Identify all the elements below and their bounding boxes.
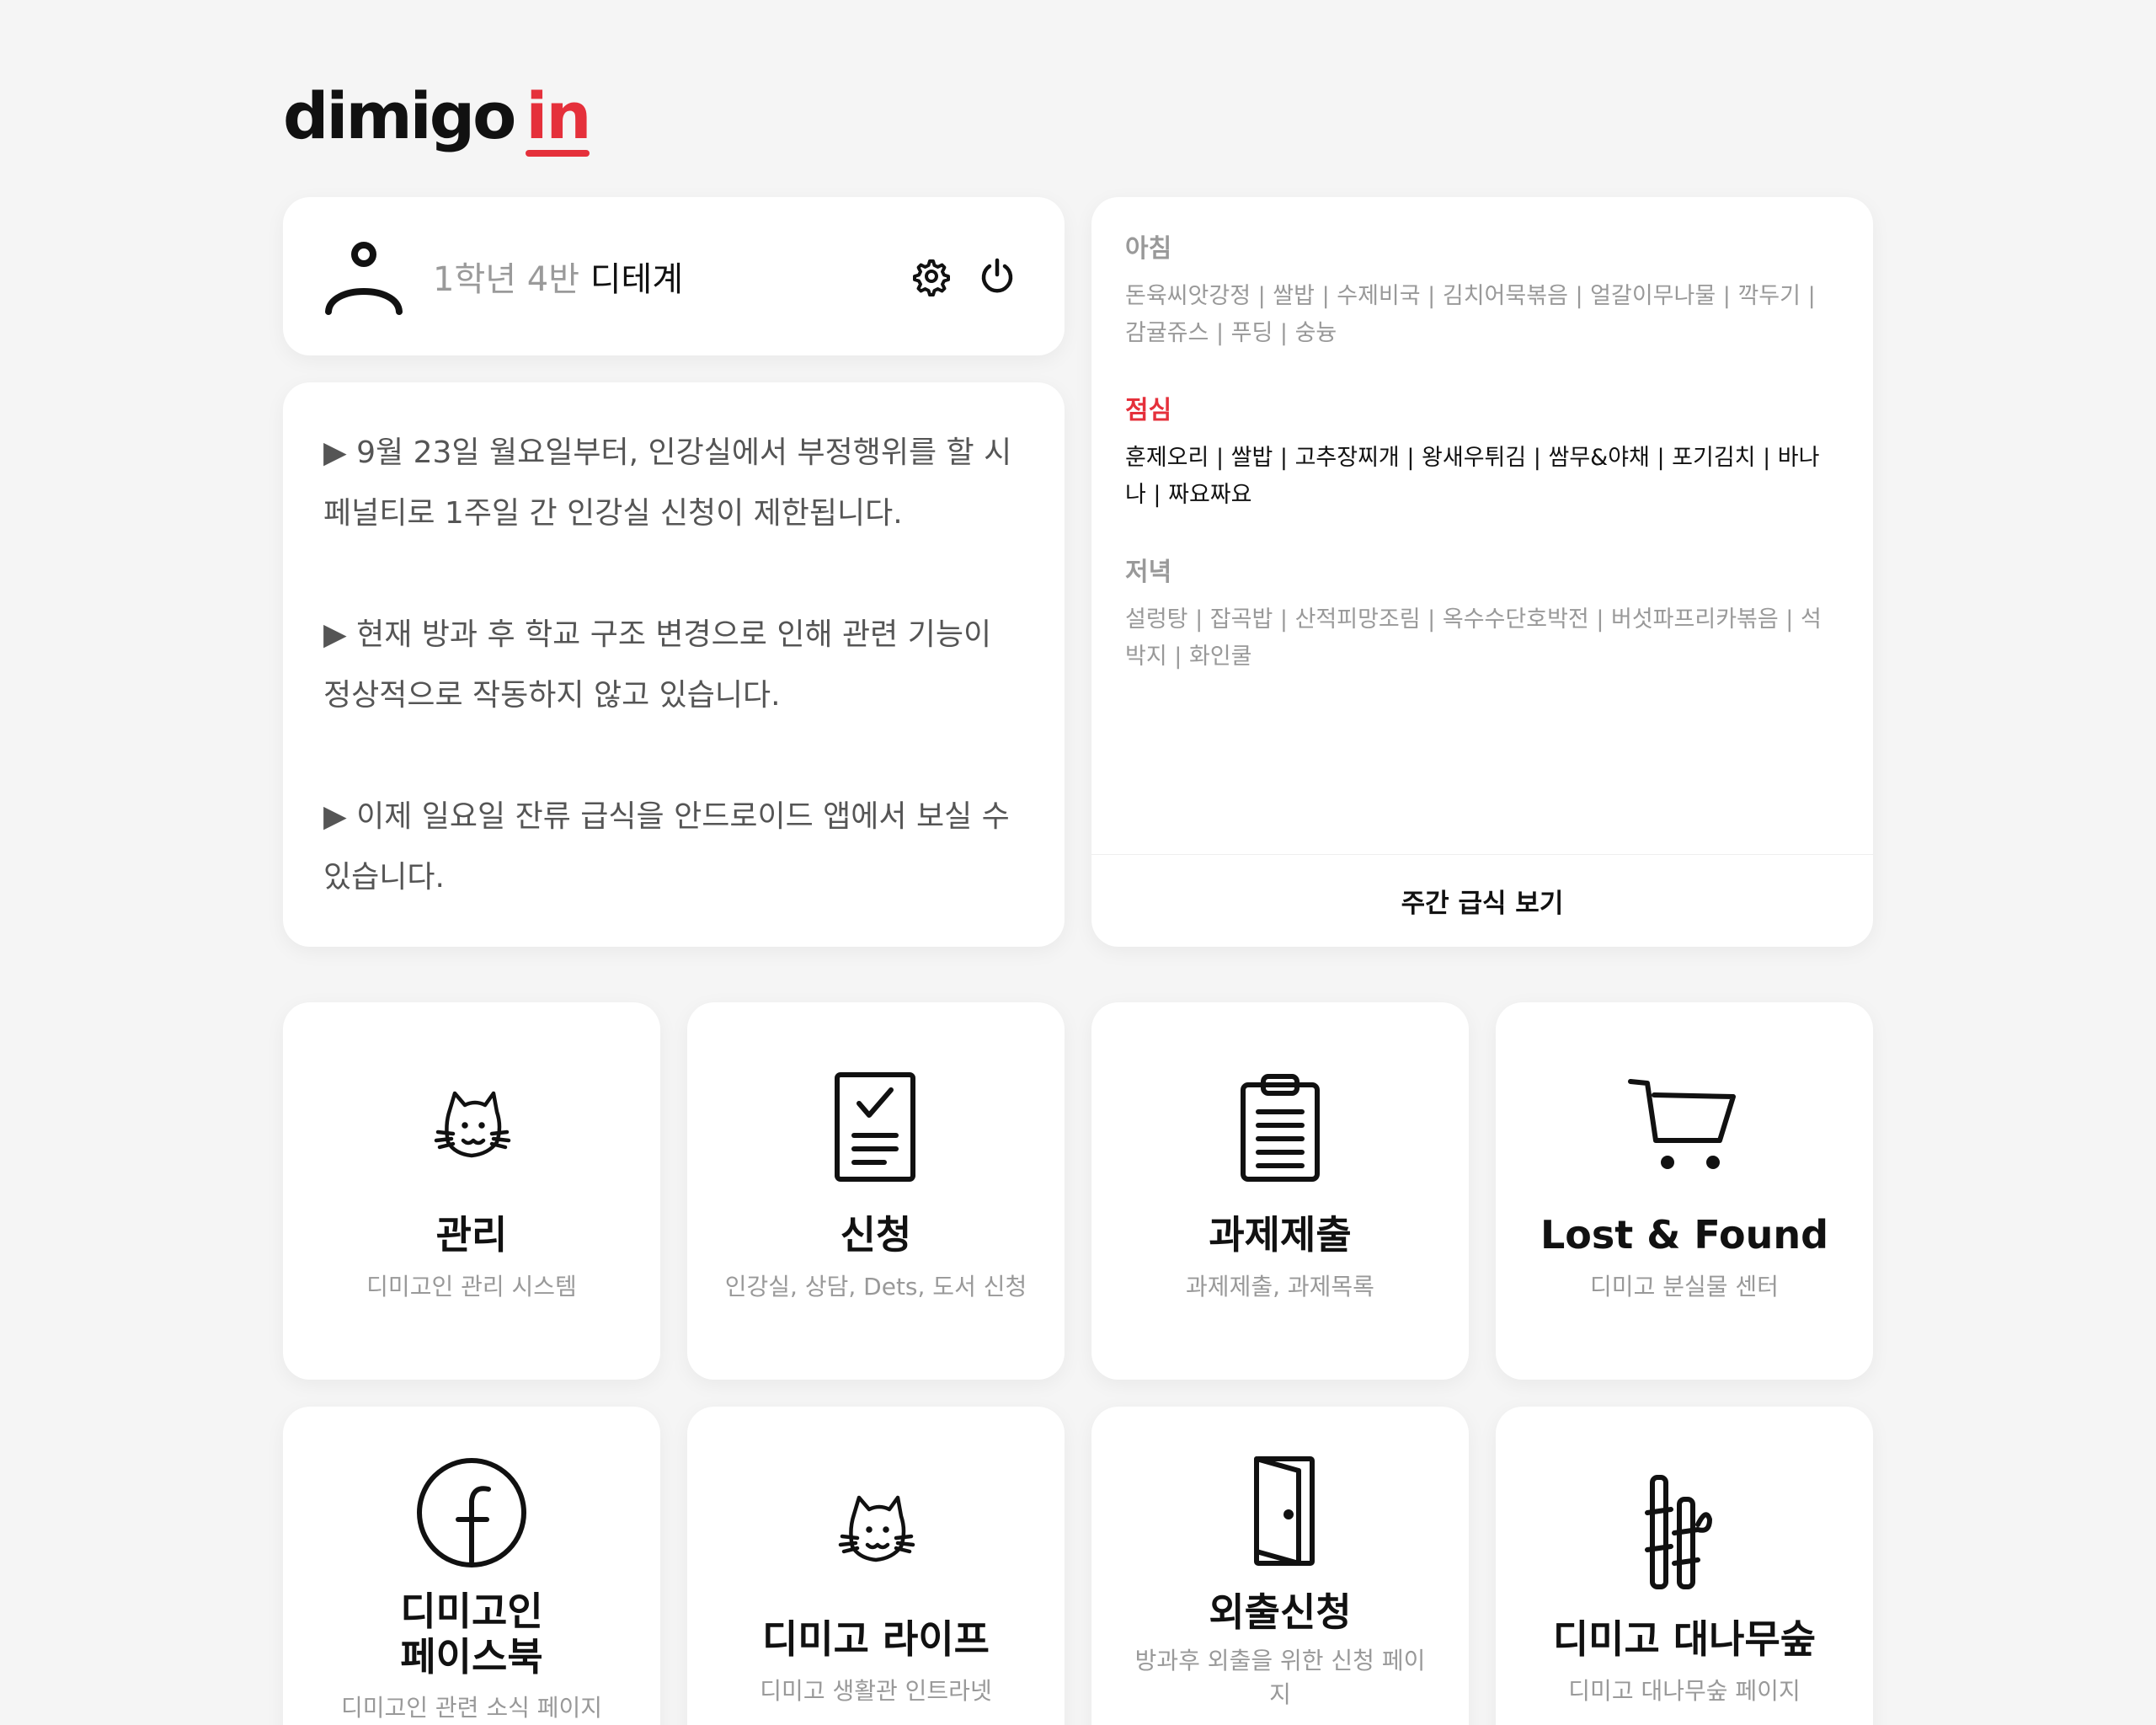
service-desc: 방과후 외출을 위한 신청 페이지 (1134, 1647, 1426, 1708)
notice-item: ▶ 현재 방과 후 학교 구조 변경으로 인해 관련 기능이 정상적으로 작동하… (323, 617, 992, 713)
service-desc: 디미고 생활관 인트라넷 (760, 1677, 992, 1705)
power-icon[interactable] (977, 256, 1017, 296)
service-card-bamboo[interactable]: 디미고 대나무숲 디미고 대나무숲 페이지 (1496, 1407, 1873, 1725)
service-desc: 과제제출, 과제목록 (1186, 1273, 1374, 1300)
logo-accent-text: in (526, 78, 591, 153)
profile-username: 디테계 (590, 260, 684, 299)
cart-icon (1625, 1070, 1743, 1188)
meal-lunch: 점심 훈제오리 | 쌀밥 | 고추장찌개 | 왕새우튀김 | 쌈무&야채 | 포… (1125, 389, 1839, 514)
meal-breakfast: 아침 돈육씨앗강정 | 쌀밥 | 수제비국 | 김치어묵볶음 | 얼갈이무나물 … (1125, 227, 1839, 352)
service-title: 디미고 라이프 (762, 1616, 990, 1662)
profile-class: 1학년 4반 (433, 260, 580, 299)
facebook-icon (413, 1454, 531, 1572)
service-card-life[interactable]: 디미고 라이프 디미고 생활관 인트라넷 (687, 1407, 1065, 1725)
meal-dinner-title: 저녁 (1125, 558, 1172, 587)
logo[interactable]: dimigo in (283, 72, 591, 157)
gear-icon[interactable] (911, 256, 952, 296)
service-title: 과제제출 (1209, 1212, 1352, 1258)
clipboard-icon (1221, 1070, 1339, 1188)
profile-card: 1학년 4반 디테계 (283, 197, 1065, 355)
meal-dinner: 저녁 설렁탕 | 잡곡밥 | 산적피망조림 | 옥수수단호박전 | 버섯파프리카… (1125, 551, 1839, 676)
user-icon (325, 242, 403, 315)
service-title: 관리 (435, 1212, 508, 1258)
profile-name: 1학년 4반 디테계 (433, 252, 683, 301)
logo-accent: in (526, 84, 591, 157)
door-icon (1221, 1454, 1339, 1572)
service-title: 신청 (840, 1212, 912, 1258)
logo-underline (526, 150, 590, 157)
bamboo-icon (1625, 1474, 1743, 1592)
cat-icon (413, 1070, 531, 1188)
checklist-icon (817, 1070, 935, 1188)
weekly-meal-button[interactable]: 주간 급식 보기 (1091, 854, 1873, 947)
service-title: 외출신청 (1209, 1589, 1352, 1635)
meal-breakfast-title: 아침 (1125, 234, 1172, 264)
service-title: 디미고 대나무숲 (1552, 1616, 1817, 1662)
service-card-lost-found[interactable]: Lost & Found 디미고 분실물 센터 (1496, 1002, 1873, 1380)
service-desc: 디미고 대나무숲 페이지 (1568, 1677, 1801, 1705)
logo-text: dimigo (283, 78, 516, 153)
notice-card: ▶ 9월 23일 월요일부터, 인강실에서 부정행위를 할 시 페널티로 1주일… (283, 382, 1065, 947)
service-title: Lost & Found (1540, 1212, 1828, 1258)
service-desc: 디미고인 관련 소식 페이지 (340, 1694, 603, 1722)
service-desc: 디미고인 관리 시스템 (366, 1273, 577, 1300)
service-title: 디미고인 페이스북 (400, 1589, 543, 1680)
notice-item: ▶ 이제 일요일 잔류 급식을 안드로이드 앱에서 보실 수 있습니다. (323, 799, 1010, 895)
service-card-manage[interactable]: 관리 디미고인 관리 시스템 (283, 1002, 660, 1380)
profile-actions (911, 256, 1017, 296)
service-desc: 디미고 분실물 센터 (1590, 1273, 1779, 1300)
service-card-homework[interactable]: 과제제출 과제제출, 과제목록 (1091, 1002, 1469, 1380)
service-desc: 인강실, 상담, Dets, 도서 신청 (724, 1273, 1027, 1300)
service-card-facebook[interactable]: 디미고인 페이스북 디미고인 관련 소식 페이지 (283, 1407, 660, 1725)
service-card-outing[interactable]: 외출신청 방과후 외출을 위한 신청 페이지 (1091, 1407, 1469, 1725)
cat-icon (817, 1474, 935, 1592)
meal-lunch-menu: 훈제오리 | 쌀밥 | 고추장찌개 | 왕새우튀김 | 쌈무&야채 | 포기김치… (1125, 445, 1820, 508)
meal-card: 아침 돈육씨앗강정 | 쌀밥 | 수제비국 | 김치어묵볶음 | 얼갈이무나물 … (1091, 197, 1873, 947)
service-card-apply[interactable]: 신청 인강실, 상담, Dets, 도서 신청 (687, 1002, 1065, 1380)
meal-lunch-title: 점심 (1125, 396, 1172, 425)
notice-item: ▶ 9월 23일 월요일부터, 인강실에서 부정행위를 할 시 페널티로 1주일… (323, 435, 1012, 531)
meal-breakfast-menu: 돈육씨앗강정 | 쌀밥 | 수제비국 | 김치어묵볶음 | 얼갈이무나물 | 깍… (1125, 283, 1816, 346)
meal-dinner-menu: 설렁탕 | 잡곡밥 | 산적피망조림 | 옥수수단호박전 | 버섯파프리카볶음 … (1125, 606, 1822, 670)
